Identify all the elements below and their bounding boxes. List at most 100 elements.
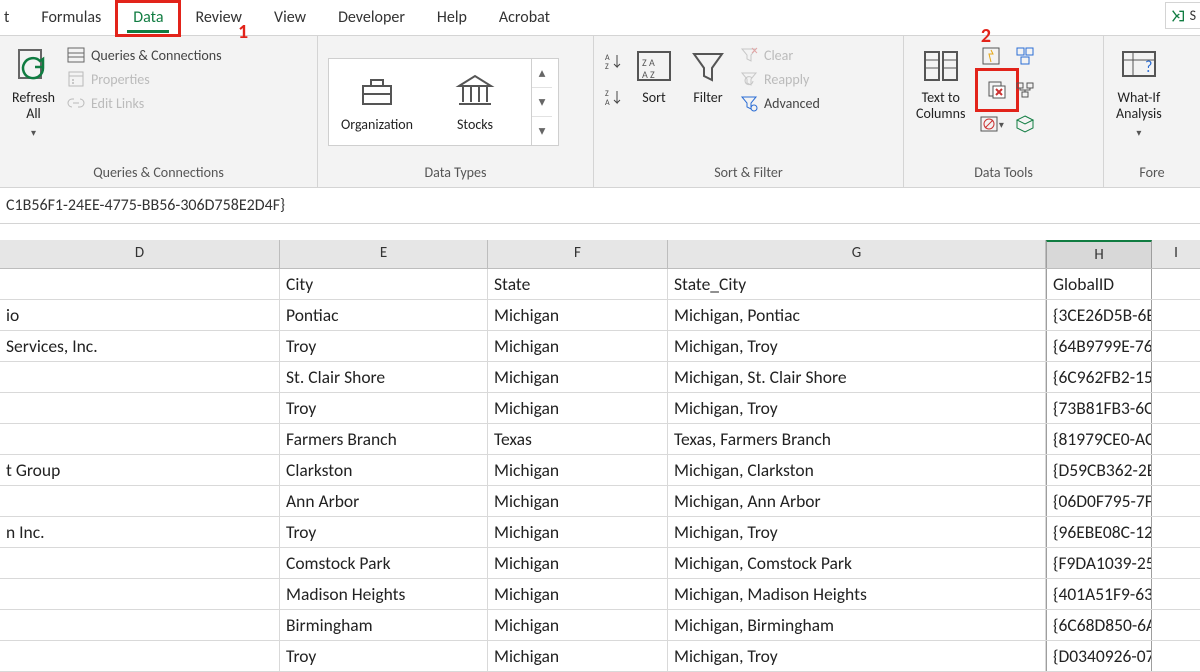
- tab-view[interactable]: View: [258, 2, 322, 35]
- data-type-organization[interactable]: Organization: [335, 68, 419, 137]
- cell[interactable]: {D0340926-0797-: [1046, 641, 1152, 671]
- sort-desc-button[interactable]: ZA: [604, 88, 622, 106]
- cell[interactable]: [0, 548, 280, 578]
- cell[interactable]: Michigan, Birmingham: [668, 610, 1046, 640]
- cell[interactable]: [1152, 455, 1200, 485]
- cell[interactable]: [0, 641, 280, 671]
- consolidate-button[interactable]: [1011, 42, 1039, 70]
- cell[interactable]: {64B9799E-76CE-: [1046, 331, 1152, 361]
- col-header-F[interactable]: F: [488, 240, 668, 268]
- data-type-stocks[interactable]: Stocks: [449, 68, 501, 137]
- cell[interactable]: {96EBE08C-127F-: [1046, 517, 1152, 547]
- cell[interactable]: {6C68D850-6AD5: [1046, 610, 1152, 640]
- cell[interactable]: Michigan: [488, 548, 668, 578]
- cell[interactable]: Michigan: [488, 331, 668, 361]
- tab-acrobat[interactable]: Acrobat: [483, 2, 566, 35]
- queries-connections-button[interactable]: Queries & Connections: [67, 46, 222, 64]
- cell[interactable]: [1152, 641, 1200, 671]
- tab-truncated-left[interactable]: t: [0, 2, 25, 35]
- cell[interactable]: Michigan, Troy: [668, 517, 1046, 547]
- cell[interactable]: n Inc.: [0, 517, 280, 547]
- share-button[interactable]: S: [1165, 2, 1200, 29]
- cell[interactable]: Troy: [280, 517, 488, 547]
- spreadsheet-grid[interactable]: D E F G H I City State State_City Global…: [0, 240, 1200, 672]
- cell[interactable]: [0, 424, 280, 454]
- cell[interactable]: GlobalID: [1046, 269, 1152, 299]
- cell[interactable]: [0, 362, 280, 392]
- cell[interactable]: [0, 269, 280, 299]
- cell[interactable]: [1152, 610, 1200, 640]
- cell[interactable]: Michigan: [488, 517, 668, 547]
- relationships-button[interactable]: [1011, 76, 1039, 104]
- manage-data-model-button[interactable]: [1011, 110, 1039, 138]
- text-to-columns-button[interactable]: Text to Columns: [914, 42, 967, 126]
- sort-asc-button[interactable]: AZ: [604, 52, 622, 70]
- data-validation-button[interactable]: ▾: [977, 110, 1005, 138]
- col-header-G[interactable]: G: [668, 240, 1046, 268]
- cell[interactable]: {6C962FB2-1504-: [1046, 362, 1152, 392]
- cell[interactable]: Michigan, Comstock Park: [668, 548, 1046, 578]
- gallery-scroll-up[interactable]: ▴: [532, 59, 552, 88]
- cell[interactable]: [0, 579, 280, 609]
- cell[interactable]: Michigan, Troy: [668, 641, 1046, 671]
- cell[interactable]: Birmingham: [280, 610, 488, 640]
- cell[interactable]: Madison Heights: [280, 579, 488, 609]
- tab-data[interactable]: Data: [117, 2, 179, 35]
- sort-button[interactable]: Z AA Z Sort: [632, 42, 676, 110]
- cell[interactable]: {06D0F795-7F63-: [1046, 486, 1152, 516]
- gallery-expand[interactable]: ▾: [532, 117, 552, 145]
- cell[interactable]: Michigan: [488, 610, 668, 640]
- cell[interactable]: Michigan, Troy: [668, 331, 1046, 361]
- cell[interactable]: Michigan: [488, 641, 668, 671]
- cell[interactable]: Michigan: [488, 486, 668, 516]
- tab-formulas[interactable]: Formulas: [25, 2, 117, 35]
- cell[interactable]: Clarkston: [280, 455, 488, 485]
- cell[interactable]: Michigan, Clarkston: [668, 455, 1046, 485]
- cell[interactable]: Troy: [280, 641, 488, 671]
- cell[interactable]: Comstock Park: [280, 548, 488, 578]
- cell[interactable]: Michigan, Troy: [668, 393, 1046, 423]
- cell[interactable]: [1152, 300, 1200, 330]
- cell[interactable]: Michigan: [488, 455, 668, 485]
- cell[interactable]: Michigan, St. Clair Shore: [668, 362, 1046, 392]
- cell[interactable]: {D59CB362-2B3B-: [1046, 455, 1152, 485]
- cell[interactable]: t Group: [0, 455, 280, 485]
- cell[interactable]: [0, 486, 280, 516]
- refresh-all-button[interactable]: Refresh All ▾: [10, 42, 57, 143]
- cell[interactable]: [1152, 362, 1200, 392]
- cell[interactable]: [1152, 269, 1200, 299]
- cell[interactable]: {73B81FB3-6CA8-: [1046, 393, 1152, 423]
- cell[interactable]: Services, Inc.: [0, 331, 280, 361]
- cell[interactable]: Michigan, Pontiac: [668, 300, 1046, 330]
- cell[interactable]: [1152, 579, 1200, 609]
- cell[interactable]: State: [488, 269, 668, 299]
- cell[interactable]: [1152, 517, 1200, 547]
- cell[interactable]: {3CE26D5B-6B8E-: [1046, 300, 1152, 330]
- cell[interactable]: {81979CE0-AC0B-: [1046, 424, 1152, 454]
- advanced-button[interactable]: Advanced: [740, 94, 820, 112]
- cell[interactable]: [0, 393, 280, 423]
- cell[interactable]: [0, 610, 280, 640]
- col-header-D[interactable]: D: [0, 240, 280, 268]
- cell[interactable]: Michigan, Madison Heights: [668, 579, 1046, 609]
- cell[interactable]: Texas, Farmers Branch: [668, 424, 1046, 454]
- col-header-H[interactable]: H: [1046, 240, 1152, 268]
- cell[interactable]: Texas: [488, 424, 668, 454]
- filter-button[interactable]: Filter: [686, 42, 730, 110]
- cell[interactable]: {F9DA1039-2501-: [1046, 548, 1152, 578]
- tab-developer[interactable]: Developer: [322, 2, 421, 35]
- cell[interactable]: St. Clair Shore: [280, 362, 488, 392]
- gallery-scroll-down[interactable]: ▾: [532, 88, 552, 117]
- col-header-I[interactable]: I: [1152, 240, 1200, 268]
- cell[interactable]: [1152, 393, 1200, 423]
- cell[interactable]: io: [0, 300, 280, 330]
- cell[interactable]: [1152, 548, 1200, 578]
- cell[interactable]: [1152, 331, 1200, 361]
- cell[interactable]: {401A51F9-63C3-: [1046, 579, 1152, 609]
- cell[interactable]: Pontiac: [280, 300, 488, 330]
- cell[interactable]: [1152, 486, 1200, 516]
- what-if-analysis-button[interactable]: ? What-If Analysis ▾: [1114, 42, 1164, 143]
- cell[interactable]: Ann Arbor: [280, 486, 488, 516]
- tab-help[interactable]: Help: [421, 2, 483, 35]
- col-header-E[interactable]: E: [280, 240, 488, 268]
